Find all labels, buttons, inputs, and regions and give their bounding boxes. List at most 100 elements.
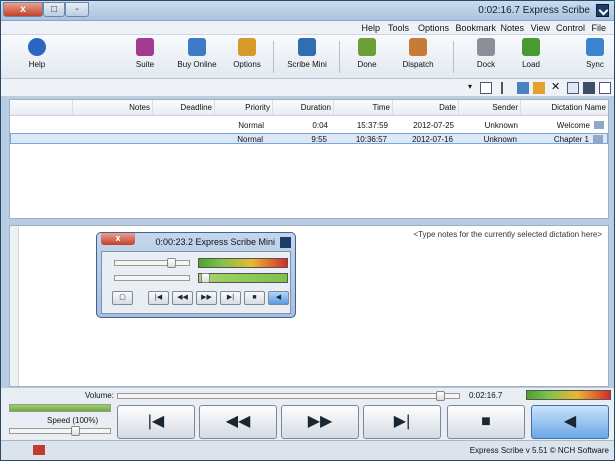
col-time[interactable]: Time: [333, 100, 392, 115]
buy-online-icon: [188, 38, 206, 56]
scribe-mini-icon: [298, 38, 316, 56]
dock-button[interactable]: Dock: [471, 38, 501, 76]
list-header: Dictation Name Sender Date Time Duration…: [10, 100, 608, 116]
mini-start-button[interactable]: |◀: [148, 291, 169, 305]
menu-file[interactable]: File: [591, 23, 606, 33]
col-deadline[interactable]: Deadline: [152, 100, 214, 115]
col-dictation-name[interactable]: Dictation Name: [520, 100, 608, 115]
main-window: x □ - 0:02:16.7 Express Scribe File Cont…: [0, 0, 615, 461]
dispatch-icon: [409, 38, 427, 56]
sync-icon: [586, 38, 604, 56]
rewind-button[interactable]: ◀◀: [199, 405, 277, 439]
mini-forward-button[interactable]: ▶▶: [196, 291, 217, 305]
edit-icon[interactable]: [567, 82, 579, 94]
col-duration[interactable]: Duration: [272, 100, 333, 115]
main-toolbar: Sync Load Dock Dispatch Done Scribe Mini…: [1, 35, 614, 79]
app-icon: [596, 4, 609, 17]
mini-close-button[interactable]: x: [101, 233, 135, 245]
done-button[interactable]: Done: [351, 38, 383, 76]
mini-play-button[interactable]: ◀: [268, 291, 289, 305]
current-time: 0:02:16.7: [469, 391, 503, 400]
new-window-icon[interactable]: [599, 82, 611, 94]
bookmark-icon[interactable]: [517, 82, 529, 94]
notes-placeholder: <Type notes for the currently selected d…: [413, 230, 602, 239]
col-notes[interactable]: Notes: [72, 100, 152, 115]
transfer-icon[interactable]: [533, 82, 545, 94]
menu-help[interactable]: Help: [361, 23, 380, 33]
level-meter: [526, 390, 611, 400]
menu-options[interactable]: Options: [418, 23, 449, 33]
status-bar: Express Scribe v 5.51 © NCH Software: [1, 440, 614, 460]
done-icon: [358, 38, 376, 56]
col-date[interactable]: Date: [392, 100, 458, 115]
toolbar-separator: [339, 41, 340, 73]
position-slider[interactable]: [117, 393, 460, 399]
mini-volume-slider[interactable]: [114, 260, 190, 266]
audio-file-icon: [593, 135, 603, 143]
secondary-toolbar: ✕ ▾: [1, 79, 614, 97]
playback-panel: 0:02:16.7 Volume: Speed (100%) ◀ ■ ▶| ▶▶…: [1, 387, 614, 440]
maximize-button[interactable]: □: [43, 2, 65, 17]
page-icon[interactable]: [480, 82, 492, 94]
mini-controls: ◀ ■ ▶| ▶▶ ◀◀ |◀ ▢: [101, 251, 291, 314]
table-row[interactable]: Welcome Unknown 2012-07-25 15:37:59 0:04…: [10, 120, 608, 131]
slider-thumb[interactable]: [436, 391, 445, 401]
menu-control[interactable]: Control: [556, 23, 585, 33]
dispatch-button[interactable]: Dispatch: [397, 38, 439, 76]
volume-slider[interactable]: [9, 404, 111, 412]
menu-view[interactable]: View: [531, 23, 550, 33]
menu-bookmark[interactable]: Bookmark: [455, 23, 496, 33]
stop-button[interactable]: ■: [447, 405, 525, 439]
close-button[interactable]: x: [3, 2, 43, 17]
slider-thumb[interactable]: [71, 426, 80, 436]
audio-file-icon: [594, 121, 604, 129]
mini-rewind-button[interactable]: ◀◀: [172, 291, 193, 305]
play-button[interactable]: ◀: [531, 405, 609, 439]
col-sender[interactable]: Sender: [458, 100, 520, 115]
save-icon[interactable]: [583, 82, 595, 94]
suite-icon: [136, 38, 154, 56]
mini-stop-button[interactable]: ■: [244, 291, 265, 305]
sync-button[interactable]: Sync: [581, 38, 609, 76]
options-icon: [238, 38, 256, 56]
buy-online-button[interactable]: Buy Online: [173, 38, 221, 76]
speed-meter: [198, 273, 288, 283]
speed-label: Speed (100%): [47, 416, 99, 425]
start-button[interactable]: |◀: [117, 405, 195, 439]
notes-scrollbar[interactable]: [10, 226, 19, 386]
load-button[interactable]: Load: [516, 38, 546, 76]
volume-label: Volume:: [85, 391, 114, 400]
slider-thumb[interactable]: [167, 258, 176, 268]
suite-button[interactable]: Suite: [127, 38, 163, 76]
window-title: 0:02:16.7 Express Scribe: [478, 5, 590, 16]
end-button[interactable]: ▶|: [363, 405, 441, 439]
chevron-down-icon[interactable]: ▾: [468, 82, 480, 94]
dictation-list[interactable]: Dictation Name Sender Date Time Duration…: [9, 99, 609, 219]
fast-forward-button[interactable]: ▶▶: [281, 405, 359, 439]
record-indicator-icon: [33, 445, 45, 455]
slider-thumb[interactable]: [201, 273, 210, 283]
scribe-mini-window: x 0:00:23.2 Express Scribe Mini ◀ ■ ▶| ▶…: [96, 232, 296, 318]
load-icon: [522, 38, 540, 56]
toolbar-separator: [453, 41, 454, 73]
toolbar-separator: [273, 41, 274, 73]
attach-icon[interactable]: [501, 82, 513, 94]
mini-title: 0:00:23.2 Express Scribe Mini: [155, 237, 275, 247]
level-meter: [198, 258, 288, 268]
table-row[interactable]: Chapter 1 Unknown 2012-07-16 10:36:57 9:…: [10, 133, 608, 144]
mini-end-button[interactable]: ▶|: [220, 291, 241, 305]
status-text: Express Scribe v 5.51 © NCH Software: [469, 446, 609, 455]
delete-icon[interactable]: ✕: [551, 82, 563, 94]
options-button[interactable]: Options: [227, 38, 267, 76]
mini-position-slider[interactable]: [114, 275, 190, 281]
title-bar: x □ - 0:02:16.7 Express Scribe: [1, 1, 614, 21]
speed-slider[interactable]: [9, 428, 111, 434]
minimize-button[interactable]: -: [65, 2, 89, 17]
dock-icon: [477, 38, 495, 56]
help-button[interactable]: Help: [23, 38, 51, 76]
col-priority[interactable]: Priority: [214, 100, 272, 115]
scribe-mini-button[interactable]: Scribe Mini: [283, 38, 331, 76]
menu-tools[interactable]: Tools: [388, 23, 409, 33]
menu-notes[interactable]: Notes: [500, 23, 524, 33]
mini-restore-button[interactable]: ▢: [112, 291, 133, 305]
